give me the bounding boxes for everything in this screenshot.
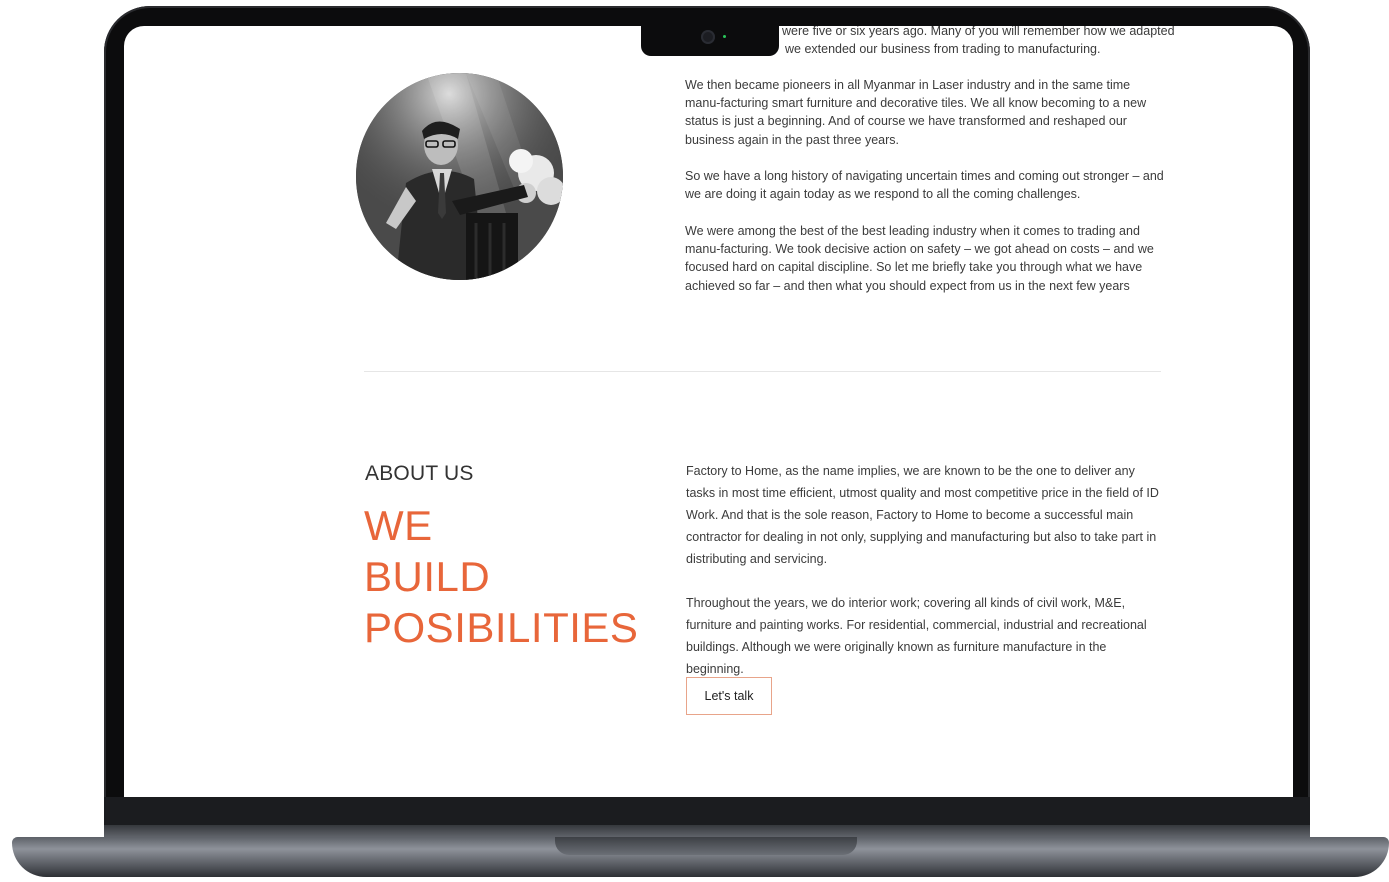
story-partial-line-2: we extended our business from trading to… — [785, 42, 1101, 56]
headline-line-1: WE — [364, 502, 433, 549]
camera-notch — [641, 22, 779, 56]
about-paragraph-2: Throughout the years, we do interior wor… — [686, 596, 1147, 676]
story-paragraph-3: So we have a long history of navigating … — [685, 169, 1164, 202]
lets-talk-button[interactable]: Let's talk — [686, 677, 772, 715]
headline-line-3: POSIBILITIES — [364, 604, 639, 651]
laptop-chin — [104, 797, 1310, 825]
section-divider — [364, 371, 1161, 372]
about-label: ABOUT US — [365, 462, 474, 485]
story-paragraph-4: We were among the best of the best leadi… — [685, 224, 1154, 293]
about-headline: WE BUILD POSIBILITIES — [364, 500, 638, 653]
speaker-portrait-image — [356, 73, 563, 280]
story-paragraph-2: We then became pioneers in all Myanmar i… — [685, 78, 1147, 147]
laptop-screen: were five or six years ago. Many of you … — [124, 26, 1293, 797]
speaker-portrait — [356, 73, 563, 280]
camera-indicator — [723, 35, 726, 38]
about-paragraph-1: Factory to Home, as the name implies, we… — [686, 464, 1159, 566]
story-partial-line-1: were five or six years ago. Many of you … — [782, 26, 1175, 38]
headline-line-2: BUILD — [364, 553, 491, 600]
laptop-base-notch — [555, 837, 857, 855]
camera-icon — [701, 30, 715, 44]
